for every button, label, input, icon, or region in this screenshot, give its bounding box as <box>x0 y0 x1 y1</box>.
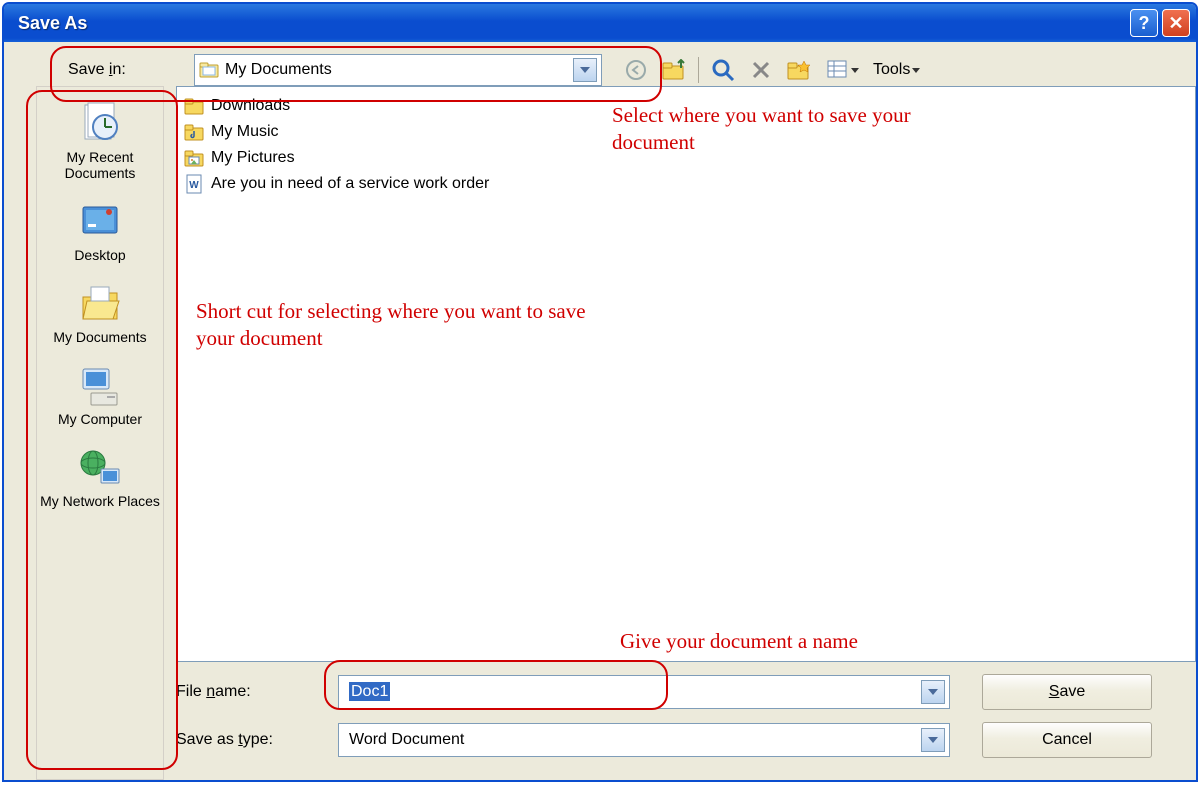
place-label: My Network Places <box>40 493 160 509</box>
help-button[interactable]: ? <box>1130 9 1158 37</box>
place-label: My Recent Documents <box>40 149 160 181</box>
back-button[interactable] <box>622 56 650 84</box>
desktop-icon <box>40 197 160 247</box>
bottom-panel: File name: Doc1 Save Save as type: Word … <box>176 668 1196 780</box>
file-name: My Pictures <box>211 149 295 167</box>
close-button[interactable]: ✕ <box>1162 9 1190 37</box>
filename-dropdown-button[interactable] <box>921 680 945 704</box>
my-documents-icon <box>40 279 160 329</box>
place-label: My Computer <box>40 411 160 427</box>
save-as-dialog: Save As ? ✕ Save in: My Documents <box>2 2 1198 782</box>
list-item[interactable]: My Pictures <box>183 145 1189 171</box>
close-icon: ✕ <box>1168 13 1183 34</box>
place-desktop[interactable]: Desktop <box>40 191 160 273</box>
chevron-down-icon <box>928 689 938 695</box>
up-one-level-button[interactable] <box>660 56 688 84</box>
dialog-body: Save in: My Documents <box>4 42 1196 780</box>
list-item[interactable]: My Music <box>183 119 1189 145</box>
save-button[interactable]: Save <box>982 674 1152 710</box>
place-my-computer[interactable]: My Computer <box>40 355 160 437</box>
network-places-icon <box>40 443 160 493</box>
new-folder-icon <box>787 59 811 81</box>
views-icon <box>827 60 849 80</box>
new-folder-button[interactable] <box>785 56 813 84</box>
file-list[interactable]: Downloads My Music My Pictures W Are you… <box>176 86 1196 662</box>
place-recent-documents[interactable]: My Recent Documents <box>40 93 160 191</box>
place-label: My Documents <box>40 329 160 345</box>
separator <box>698 57 699 83</box>
list-item[interactable]: Downloads <box>183 93 1189 119</box>
savetype-field[interactable]: Word Document <box>338 723 950 757</box>
delete-button[interactable] <box>747 56 775 84</box>
cancel-button[interactable]: Cancel <box>982 722 1152 758</box>
word-doc-icon: W <box>183 173 205 195</box>
folder-music-icon <box>183 121 205 143</box>
chevron-down-icon <box>851 68 859 73</box>
place-network-places[interactable]: My Network Places <box>40 437 160 519</box>
file-name: Downloads <box>211 97 290 115</box>
svg-text:W: W <box>189 180 199 191</box>
search-web-button[interactable] <box>709 56 737 84</box>
savetype-label: Save as type: <box>176 731 326 749</box>
save-in-value: My Documents <box>225 61 567 79</box>
folder-pictures-icon <box>183 147 205 169</box>
toolbar: Tools <box>622 56 920 84</box>
chevron-down-icon <box>928 737 938 743</box>
file-name: Are you in need of a service work order <box>211 175 489 193</box>
filename-row: File name: Doc1 Save <box>176 668 1196 716</box>
file-name: My Music <box>211 123 279 141</box>
savetype-dropdown-button[interactable] <box>921 728 945 752</box>
filename-field[interactable]: Doc1 <box>338 675 950 709</box>
folder-icon <box>183 95 205 117</box>
my-computer-icon <box>40 361 160 411</box>
save-in-label: Save in: <box>68 61 188 79</box>
save-in-combo[interactable]: My Documents <box>194 54 602 86</box>
folder-up-icon <box>662 59 686 81</box>
filename-value: Doc1 <box>349 682 390 701</box>
tools-menu[interactable]: Tools <box>873 61 920 79</box>
back-icon <box>625 59 647 81</box>
titlebar: Save As ? ✕ <box>4 4 1196 42</box>
save-in-dropdown-button[interactable] <box>573 58 597 82</box>
place-label: Desktop <box>40 247 160 263</box>
views-button[interactable] <box>823 56 863 84</box>
window-title: Save As <box>18 13 1126 34</box>
help-icon: ? <box>1139 13 1150 34</box>
chevron-down-icon <box>580 67 590 73</box>
places-bar: My Recent Documents Desktop My Documents… <box>36 86 164 780</box>
chevron-down-icon <box>912 68 920 73</box>
savetype-value: Word Document <box>343 731 921 749</box>
search-icon <box>711 58 735 82</box>
tools-menu-label: Tools <box>873 61 910 79</box>
folder-icon <box>199 60 219 81</box>
recent-documents-icon <box>40 99 160 149</box>
savetype-row: Save as type: Word Document Cancel <box>176 716 1196 764</box>
delete-icon <box>751 60 771 80</box>
place-my-documents[interactable]: My Documents <box>40 273 160 355</box>
list-item[interactable]: W Are you in need of a service work orde… <box>183 171 1189 197</box>
filename-label: File name: <box>176 683 326 701</box>
